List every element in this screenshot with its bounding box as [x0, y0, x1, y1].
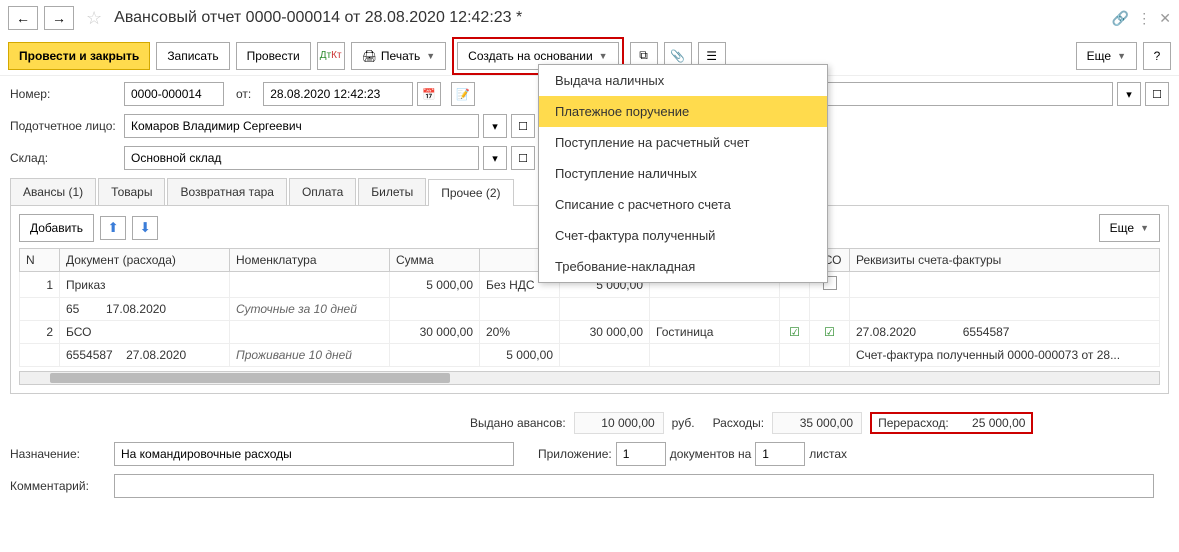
window-title: Авансовый отчет 0000-000014 от 28.08.202…	[114, 9, 522, 27]
purpose-label: Назначение:	[10, 447, 110, 461]
table-row[interactable]: 65 17.08.2020 Суточные за 10 дней	[20, 298, 1160, 321]
titlebar: ← → ☆ Авансовый отчет 0000-000014 от 28.…	[0, 0, 1179, 36]
add-row-button[interactable]: Добавить	[19, 214, 94, 242]
person-label: Подотчетное лицо:	[10, 119, 120, 133]
warehouse-input[interactable]	[124, 146, 479, 170]
print-button[interactable]: 🖨 Печать ▼	[351, 42, 446, 70]
menu-item[interactable]: Списание с расчетного счета	[539, 189, 827, 220]
calendar-icon[interactable]: 📅	[417, 82, 441, 106]
scrollbar-thumb[interactable]	[50, 373, 450, 383]
menu-item[interactable]: Счет-фактура полученный	[539, 220, 827, 251]
warehouse-open-icon[interactable]: ☐	[511, 146, 535, 170]
tab-payment[interactable]: Оплата	[289, 178, 356, 205]
move-down-button[interactable]: ⬇	[132, 216, 158, 240]
sheets-count-input[interactable]	[755, 442, 805, 466]
date-label: от:	[236, 87, 251, 101]
warehouse-label: Склад:	[10, 151, 120, 165]
col-nom: Номенклатура	[230, 249, 390, 272]
horizontal-scrollbar[interactable]	[19, 371, 1160, 385]
overspend-value: 25 000,00	[972, 416, 1025, 430]
person-input[interactable]	[124, 114, 479, 138]
tab-returnable[interactable]: Возвратная тара	[167, 178, 287, 205]
menu-item[interactable]: Требование-накладная	[539, 251, 827, 282]
expenses-label: Расходы:	[713, 416, 765, 430]
tab-tickets[interactable]: Билеты	[358, 178, 426, 205]
link-icon[interactable]: 🔗	[1112, 10, 1129, 27]
currency-label: руб.	[672, 416, 695, 430]
summary-bar: Выдано авансов: 10 000,00 руб. Расходы: …	[10, 404, 1169, 442]
expenses-value: 35 000,00	[772, 412, 862, 434]
star-icon[interactable]: ☆	[86, 8, 102, 29]
menu-item[interactable]: Поступление на расчетный счет	[539, 127, 827, 158]
table-row[interactable]: 2 БСО 30 000,00 20% 30 000,00 Гостиница …	[20, 321, 1160, 344]
table-more-button[interactable]: Еще ▼	[1099, 214, 1160, 242]
overspend-highlight: Перерасход: 25 000,00	[870, 412, 1033, 434]
org-dropdown-icon[interactable]: ▾	[1117, 82, 1141, 106]
move-up-button[interactable]: ⬆	[100, 216, 126, 240]
kebab-icon[interactable]: ⋮	[1137, 10, 1151, 27]
tab-advances[interactable]: Авансы (1)	[10, 178, 96, 205]
post-close-button[interactable]: Провести и закрыть	[8, 42, 150, 70]
overspend-label: Перерасход:	[878, 416, 949, 430]
warehouse-dropdown-icon[interactable]: ▾	[483, 146, 507, 170]
docs-on-label: документов на	[670, 447, 752, 461]
check-icon[interactable]: ☑	[810, 321, 850, 344]
comment-label: Комментарий:	[10, 479, 110, 493]
table-row[interactable]: 6554587 27.08.2020 Проживание 10 дней 5 …	[20, 344, 1160, 367]
tab-goods[interactable]: Товары	[98, 178, 165, 205]
advances-value: 10 000,00	[574, 412, 664, 434]
attach-label: Приложение:	[538, 447, 612, 461]
forward-button[interactable]: →	[44, 6, 74, 30]
menu-item[interactable]: Платежное поручение	[539, 96, 827, 127]
col-n: N	[20, 249, 60, 272]
attach-count-input[interactable]	[616, 442, 666, 466]
create-based-menu: Выдача наличных Платежное поручение Пост…	[538, 64, 828, 283]
purpose-input[interactable]	[114, 442, 514, 466]
org-open-icon[interactable]: ☐	[1145, 82, 1169, 106]
person-open-icon[interactable]: ☐	[511, 114, 535, 138]
save-button[interactable]: Записать	[156, 42, 229, 70]
post-button[interactable]: Провести	[236, 42, 311, 70]
check-icon[interactable]: ☑	[780, 321, 810, 344]
memo-icon[interactable]: 📝	[451, 82, 475, 106]
more-button[interactable]: Еще ▼	[1076, 42, 1137, 70]
menu-item[interactable]: Выдача наличных	[539, 65, 827, 96]
col-doc: Документ (расхода)	[60, 249, 230, 272]
help-button[interactable]: ?	[1143, 42, 1171, 70]
advances-label: Выдано авансов:	[470, 416, 566, 430]
number-label: Номер:	[10, 87, 120, 101]
menu-item[interactable]: Поступление наличных	[539, 158, 827, 189]
debit-credit-button[interactable]: ДтКт	[317, 42, 345, 70]
person-dropdown-icon[interactable]: ▾	[483, 114, 507, 138]
number-input[interactable]	[124, 82, 224, 106]
col-req: Реквизиты счета-фактуры	[850, 249, 1160, 272]
date-input[interactable]	[263, 82, 413, 106]
sheets-label: листах	[809, 447, 847, 461]
back-button[interactable]: ←	[8, 6, 38, 30]
tab-other[interactable]: Прочее (2)	[428, 179, 513, 206]
close-icon[interactable]: ✕	[1159, 10, 1171, 27]
col-sum: Сумма	[390, 249, 480, 272]
comment-input[interactable]	[114, 474, 1154, 498]
